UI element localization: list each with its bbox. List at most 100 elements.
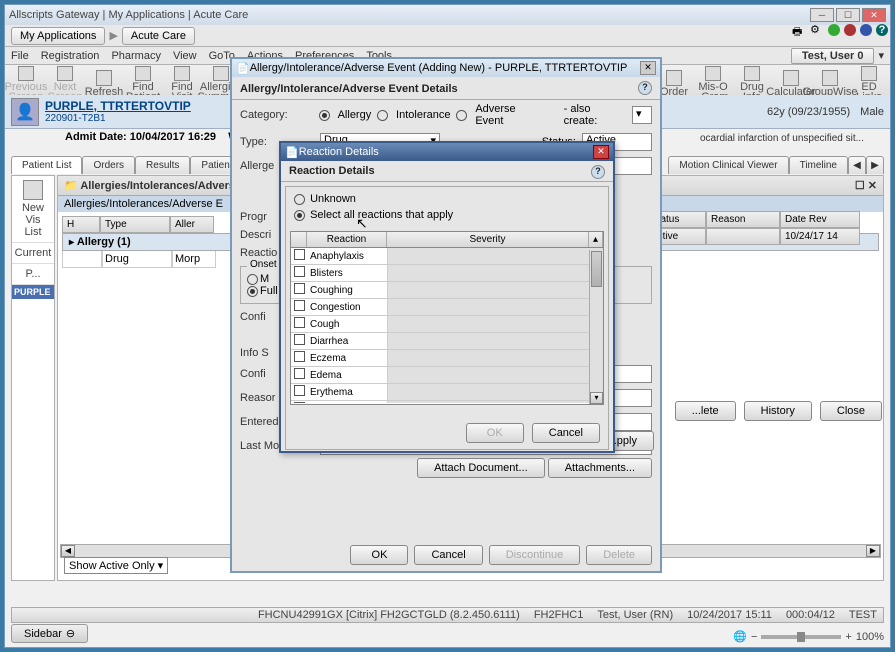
dialog2-help-icon[interactable]: ? — [591, 165, 605, 179]
onset-radio-full[interactable] — [247, 286, 258, 297]
breadcrumb-app[interactable]: My Applications — [11, 27, 105, 45]
zoom-control[interactable]: 🌐 − + 100% — [733, 630, 884, 643]
tab-motion-viewer[interactable]: Motion Clinical Viewer — [668, 156, 788, 174]
dropdown-icon[interactable]: ▾ — [878, 49, 884, 62]
reaction-row[interactable]: Coughing — [291, 282, 603, 299]
reaction-row[interactable]: Eczema — [291, 350, 603, 367]
delete-button[interactable]: ...lete — [675, 401, 736, 421]
dialog1-ok-button[interactable]: OK — [350, 545, 408, 565]
reaction-th-name[interactable]: Reaction — [307, 232, 387, 247]
close-button[interactable]: ✕ — [862, 8, 886, 22]
scrollbar-thumb[interactable] — [591, 251, 602, 287]
reaction-checkbox[interactable] — [294, 368, 305, 379]
reaction-row[interactable]: Edema — [291, 367, 603, 384]
status-cell-reason[interactable] — [706, 228, 780, 245]
dialog2-titlebar[interactable]: 📄 Reaction Details ✕ — [281, 143, 613, 161]
refresh-icon[interactable] — [860, 24, 872, 36]
menu-view[interactable]: View — [173, 50, 197, 62]
maximize-button[interactable]: ☐ — [836, 8, 860, 22]
patient-photo-icon[interactable]: 👤 — [11, 98, 39, 126]
reaction-checkbox[interactable] — [294, 402, 305, 403]
allergy-th-icon[interactable]: H — [62, 216, 100, 233]
status-th-reason[interactable]: Reason — [706, 211, 780, 228]
allergy-row-allergen[interactable]: Morp — [172, 251, 216, 268]
radio-unknown[interactable] — [294, 194, 305, 205]
history-button[interactable]: History — [744, 401, 812, 421]
sidebar-p[interactable]: P... — [12, 264, 54, 285]
show-active-filter[interactable]: Show Active Only ▾ — [64, 557, 168, 574]
allergy-row-type[interactable]: Drug — [102, 251, 172, 268]
print-icon[interactable]: 🖶 — [792, 23, 806, 37]
reaction-th-severity[interactable]: Severity — [387, 232, 589, 247]
reaction-row[interactable]: Erythema — [291, 384, 603, 401]
minimize-button[interactable]: ─ — [810, 8, 834, 22]
severity-dropdown[interactable] — [387, 248, 603, 264]
reaction-checkbox[interactable] — [294, 266, 305, 277]
reaction-checkbox[interactable] — [294, 317, 305, 328]
radio-select-all[interactable] — [294, 210, 305, 221]
allergy-th-allergen[interactable]: Aller — [170, 216, 214, 233]
severity-dropdown[interactable] — [387, 316, 603, 332]
status-red-icon[interactable] — [844, 24, 856, 36]
dialog1-cancel-button[interactable]: Cancel — [414, 545, 482, 565]
close-button-panel[interactable]: Close — [820, 401, 882, 421]
tab-results[interactable]: Results — [135, 156, 190, 174]
patient-name[interactable]: PURPLE, TTRTERTOVTIP — [45, 99, 191, 113]
severity-dropdown[interactable] — [387, 265, 603, 281]
status-th-date[interactable]: Date Rev — [780, 211, 860, 228]
severity-dropdown[interactable] — [387, 350, 603, 366]
reaction-row[interactable]: Cough — [291, 316, 603, 333]
also-create-dropdown[interactable]: ▾ — [632, 106, 652, 124]
tab-orders[interactable]: Orders — [82, 156, 135, 174]
sidebar-toggle[interactable]: Sidebar ⊖ — [11, 624, 88, 643]
allergy-th-type[interactable]: Type — [100, 216, 170, 233]
onset-radio-m[interactable] — [247, 274, 258, 285]
dialog2-cancel-button[interactable]: Cancel — [532, 423, 600, 443]
reaction-row[interactable]: Anaphylaxis — [291, 248, 603, 265]
reaction-checkbox[interactable] — [294, 385, 305, 396]
radio-allergy[interactable] — [319, 110, 330, 121]
zoom-out-icon[interactable]: − — [751, 631, 757, 643]
radio-intolerance[interactable] — [377, 110, 388, 121]
reaction-row[interactable]: Blisters — [291, 265, 603, 282]
scroll-right-icon[interactable]: ▶ — [866, 545, 880, 557]
breadcrumb-module[interactable]: Acute Care — [122, 27, 195, 45]
dialog2-close-icon[interactable]: ✕ — [593, 145, 609, 159]
tab-timeline[interactable]: Timeline — [789, 156, 848, 174]
menu-file[interactable]: File — [11, 50, 29, 62]
zoom-in-icon[interactable]: + — [845, 631, 851, 643]
severity-dropdown[interactable] — [387, 333, 603, 349]
reaction-checkbox[interactable] — [294, 334, 305, 345]
tab-patient-list[interactable]: Patient List — [11, 156, 82, 174]
radio-adverse-event[interactable] — [456, 110, 467, 121]
help-icon[interactable]: ? — [876, 24, 888, 36]
dialog1-titlebar[interactable]: 📄 Allergy/Intolerance/Adverse Event (Add… — [232, 59, 660, 77]
reaction-checkbox[interactable] — [294, 283, 305, 294]
attach-document-button[interactable]: Attach Document... — [417, 458, 545, 478]
menu-pharmacy[interactable]: Pharmacy — [111, 50, 161, 62]
zoom-slider[interactable] — [761, 635, 841, 639]
sidebar-selected-patient[interactable]: PURPLE — [12, 285, 54, 299]
reaction-checkbox[interactable] — [294, 249, 305, 260]
tab-next-icon[interactable]: ▶ — [866, 156, 884, 174]
reaction-row[interactable]: Diarrhea — [291, 333, 603, 350]
severity-dropdown[interactable] — [387, 282, 603, 298]
sidebar-current[interactable]: Current — [12, 243, 54, 264]
reaction-row[interactable]: Congestion — [291, 299, 603, 316]
reaction-checkbox[interactable] — [294, 351, 305, 362]
tab-prev-icon[interactable]: ◀ — [848, 156, 866, 174]
severity-dropdown[interactable] — [387, 401, 603, 403]
reaction-scrollbar[interactable]: ▾ — [589, 250, 603, 404]
reaction-scroll-up-icon[interactable]: ▴ — [589, 232, 603, 247]
reaction-checkbox[interactable] — [294, 300, 305, 311]
gear-icon[interactable]: ⚙ — [810, 23, 824, 37]
dialog1-close-icon[interactable]: ✕ — [640, 61, 656, 75]
severity-dropdown[interactable] — [387, 367, 603, 383]
severity-dropdown[interactable] — [387, 299, 603, 315]
status-green-icon[interactable] — [828, 24, 840, 36]
dialog1-help-icon[interactable]: ? — [638, 81, 652, 95]
reaction-scroll-down-icon[interactable]: ▾ — [590, 392, 603, 404]
status-cell-date[interactable]: 10/24/17 14 — [780, 228, 860, 245]
menu-registration[interactable]: Registration — [41, 50, 100, 62]
reaction-row[interactable]: Fever — [291, 401, 603, 403]
